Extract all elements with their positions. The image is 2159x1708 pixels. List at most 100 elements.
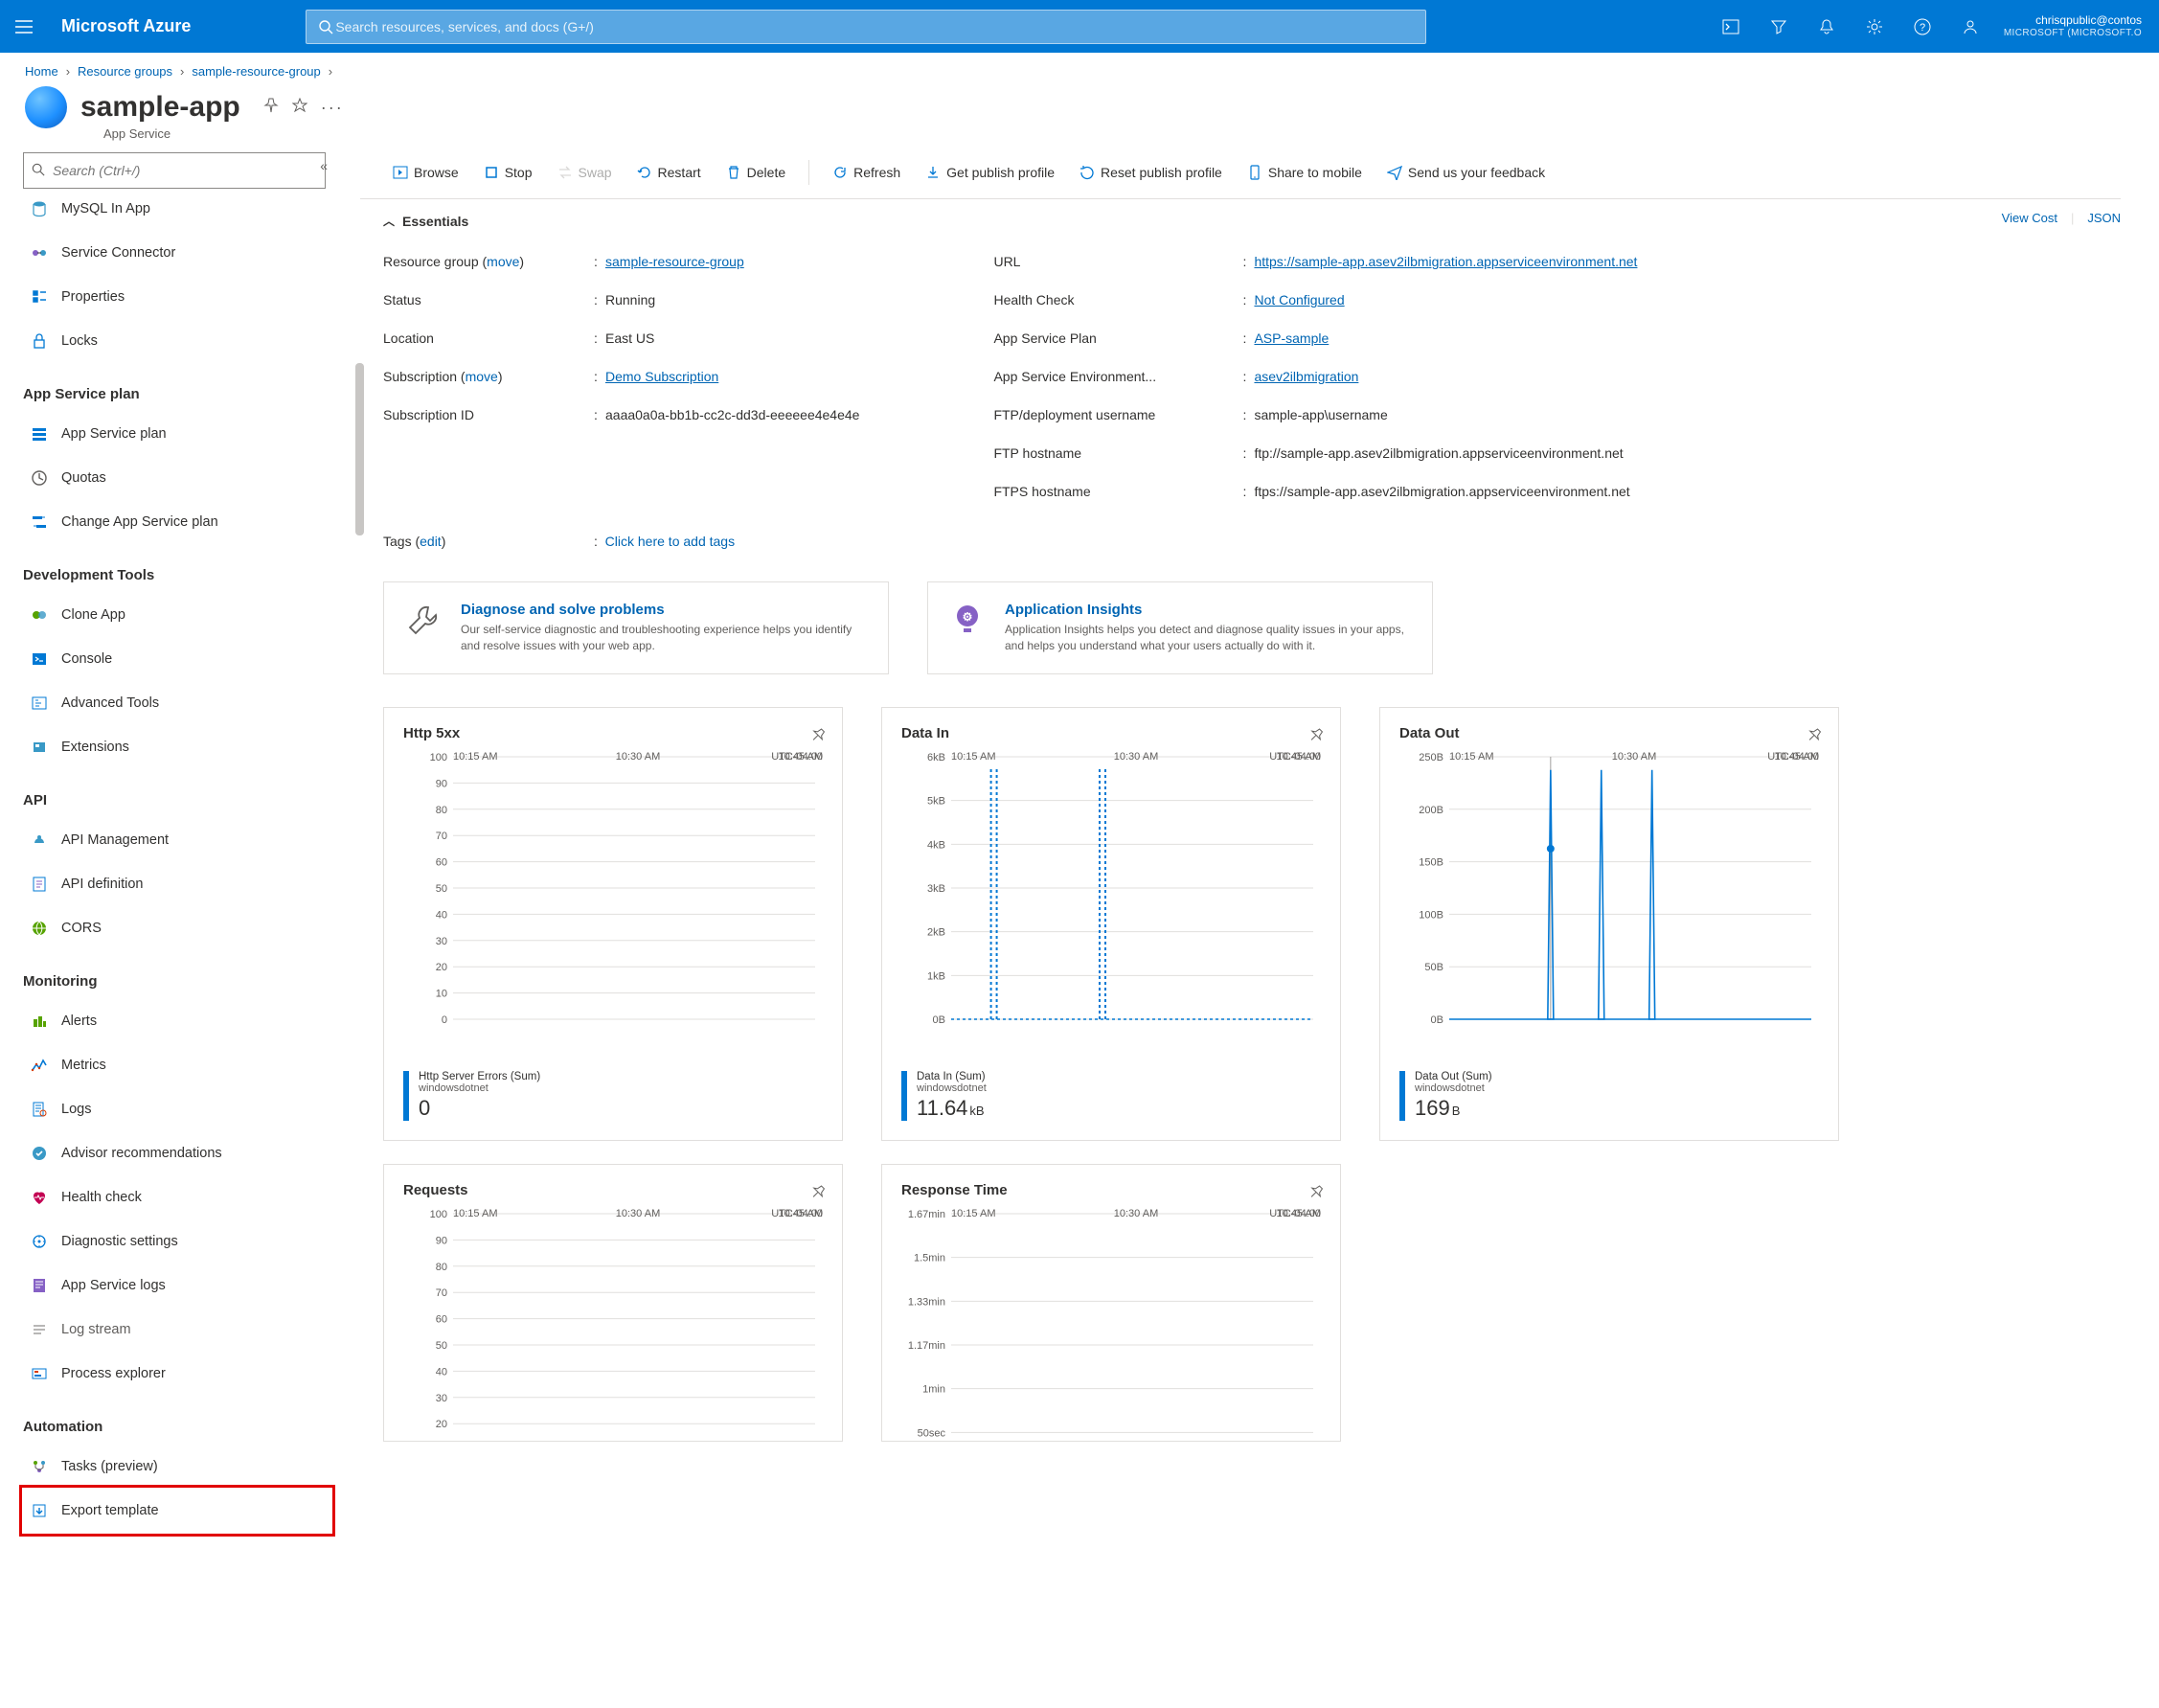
- asp-icon: [29, 423, 50, 444]
- requests-chart-card[interactable]: Requests 010203040506070809010010:15 AM1…: [383, 1164, 843, 1442]
- favorite-button[interactable]: [292, 98, 307, 118]
- reset-publish-profile-button[interactable]: Reset publish profile: [1070, 161, 1232, 184]
- tags-row: Tags (edit) : Click here to add tags: [383, 534, 2121, 549]
- essentials-toggle[interactable]: ︿ Essentials: [383, 213, 2121, 229]
- json-view-link[interactable]: JSON: [2087, 211, 2121, 225]
- sidebar-item-log-stream[interactable]: Log stream: [23, 1308, 331, 1352]
- datain-chart-card[interactable]: Data In 0B1kB2kB3kB4kB5kB6kB10:15 AM10:3…: [881, 707, 1341, 1141]
- directories-button[interactable]: [1755, 0, 1803, 53]
- essentials-value: ftps://sample-app.asev2ilbmigration.apps…: [1254, 484, 1629, 499]
- sidebar-item-diagnostic-settings[interactable]: Diagnostic settings: [23, 1219, 331, 1264]
- notifications-button[interactable]: [1803, 0, 1851, 53]
- sidebar-item-export-template[interactable]: Export template: [23, 1489, 331, 1533]
- apim-icon: [29, 830, 50, 851]
- swap-button: Swap: [548, 161, 622, 184]
- sidebar-item-logs[interactable]: Logs: [23, 1087, 331, 1131]
- essentials-row: Subscription (move): Demo Subscription: [383, 357, 859, 396]
- metric-source: windowsdotnet: [917, 1082, 987, 1094]
- sidebar-item-api-management[interactable]: API Management: [23, 818, 331, 862]
- charts-row-2: Requests 010203040506070809010010:15 AM1…: [360, 1141, 2121, 1442]
- breadcrumb-resource-group-name[interactable]: sample-resource-group: [192, 64, 320, 79]
- global-search-input[interactable]: [333, 18, 1414, 35]
- http5xx-chart-card[interactable]: Http 5xx 010203040506070809010010:15 AM1…: [383, 707, 843, 1141]
- dataout-chart-card[interactable]: Data Out 0B50B100B150B200B250BAug 15 10:…: [1379, 707, 1839, 1141]
- move-link[interactable]: move: [466, 369, 498, 384]
- sidebar-item-health-check[interactable]: Health check: [23, 1175, 331, 1219]
- send-feedback-button[interactable]: Send us your feedback: [1377, 161, 1555, 184]
- sidebar-item-label: Export template: [61, 1503, 159, 1518]
- essentials-link[interactable]: sample-resource-group: [605, 254, 744, 269]
- x-axis: 10:15 AM10:30 AM10:45 AMUTC-04:00: [403, 751, 823, 763]
- x-axis: 10:15 AM10:30 AM10:45 AMUTC-04:00: [403, 1208, 823, 1219]
- sidebar-item-locks[interactable]: Locks: [23, 319, 331, 363]
- sidebar-item-metrics[interactable]: Metrics: [23, 1043, 331, 1087]
- diagnose-card[interactable]: Diagnose and solve problems Our self-ser…: [383, 581, 889, 674]
- appinsights-card[interactable]: ⚙ Application Insights Application Insig…: [927, 581, 1433, 674]
- settings-button[interactable]: [1851, 0, 1898, 53]
- share-to-mobile-button[interactable]: Share to mobile: [1238, 161, 1372, 184]
- pin-button[interactable]: [263, 98, 279, 118]
- sidebar-item-mysql-in-app[interactable]: MySQL In App: [23, 187, 331, 231]
- refresh-button[interactable]: Refresh: [823, 161, 910, 184]
- edit-tags-link[interactable]: edit: [420, 534, 442, 549]
- svg-text:1kB: 1kB: [927, 970, 945, 982]
- delete-button[interactable]: Delete: [716, 161, 795, 184]
- chart-svg: 0B50B100B150B200B250BAug 15 10:37 AM: [1399, 751, 1821, 1038]
- essentials-label: App Service Plan: [993, 330, 1242, 346]
- sidebar-item-app-service-plan[interactable]: App Service plan: [23, 412, 331, 456]
- hamburger-menu-button[interactable]: [0, 0, 48, 53]
- sidebar-item-console[interactable]: Console: [23, 637, 331, 681]
- essentials-link[interactable]: https://sample-app.asev2ilbmigration.app…: [1254, 254, 1637, 269]
- cloud-shell-button[interactable]: [1707, 0, 1755, 53]
- sidebar-search-input[interactable]: [51, 162, 317, 179]
- restart-button[interactable]: Restart: [627, 161, 711, 184]
- svg-text:80: 80: [436, 804, 447, 815]
- sidebar-item-extensions[interactable]: Extensions: [23, 725, 331, 769]
- responsetime-chart-card[interactable]: Response Time 40sec50sec1min1.17min1.33m…: [881, 1164, 1341, 1442]
- metric-value: 169: [1415, 1096, 1450, 1120]
- appinsights-title: Application Insights: [1005, 602, 1411, 618]
- essentials-link[interactable]: Demo Subscription: [605, 369, 718, 384]
- lock-icon: [29, 330, 50, 352]
- lightbulb-icon: ⚙: [949, 602, 986, 638]
- get-publish-profile-button[interactable]: Get publish profile: [916, 161, 1064, 184]
- essentials-link[interactable]: Not Configured: [1254, 292, 1344, 307]
- browse-button[interactable]: Browse: [383, 161, 468, 184]
- sidebar-item-service-connector[interactable]: Service Connector: [23, 231, 331, 275]
- metrics-icon: [29, 1055, 50, 1076]
- essentials-row: Location: East US: [383, 319, 859, 357]
- account-info[interactable]: chrisqpublic@contos MICROSOFT (MICROSOFT…: [1994, 13, 2151, 38]
- filter-icon: [1770, 18, 1787, 35]
- breadcrumb-resource-groups[interactable]: Resource groups: [78, 64, 172, 79]
- sidebar-item-advisor-recommendations[interactable]: Advisor recommendations: [23, 1131, 331, 1175]
- sidebar-item-label: Health check: [61, 1190, 142, 1205]
- sidebar-item-quotas[interactable]: Quotas: [23, 456, 331, 500]
- move-link[interactable]: move: [487, 254, 519, 269]
- stop-button[interactable]: Stop: [474, 161, 542, 184]
- help-button[interactable]: ?: [1898, 0, 1946, 53]
- sidebar-item-change-app-service-plan[interactable]: Change App Service plan: [23, 500, 331, 544]
- sidebar-item-tasks-preview-[interactable]: Tasks (preview): [23, 1445, 331, 1489]
- sidebar-item-app-service-logs[interactable]: App Service logs: [23, 1264, 331, 1308]
- essentials-value: sample-app\username: [1254, 407, 1387, 422]
- view-cost-link[interactable]: View Cost: [2002, 211, 2057, 225]
- feedback-button[interactable]: [1946, 0, 1994, 53]
- sidebar-item-advanced-tools[interactable]: Advanced Tools: [23, 681, 331, 725]
- sidebar-item-label: Advisor recommendations: [61, 1146, 222, 1161]
- sidebar-item-cors[interactable]: CORS: [23, 906, 331, 950]
- page-header: sample-app ···: [0, 86, 2159, 128]
- more-button[interactable]: ···: [321, 98, 344, 118]
- sidebar-item-process-explorer[interactable]: Process explorer: [23, 1352, 331, 1396]
- breadcrumb-home[interactable]: Home: [25, 64, 58, 79]
- essentials-link[interactable]: ASP-sample: [1254, 330, 1329, 346]
- wrench-icon: [405, 602, 442, 638]
- sidebar-item-alerts[interactable]: Alerts: [23, 999, 331, 1043]
- global-search[interactable]: [306, 10, 1426, 44]
- callout-cards: Diagnose and solve problems Our self-ser…: [360, 558, 2121, 684]
- add-tags-link[interactable]: Click here to add tags: [605, 534, 735, 549]
- essentials-row: App Service Plan: ASP-sample: [993, 319, 1637, 357]
- sidebar-item-clone-app[interactable]: Clone App: [23, 593, 331, 637]
- sidebar-item-api-definition[interactable]: API definition: [23, 862, 331, 906]
- essentials-link[interactable]: asev2ilbmigration: [1254, 369, 1358, 384]
- sidebar-item-properties[interactable]: Properties: [23, 275, 331, 319]
